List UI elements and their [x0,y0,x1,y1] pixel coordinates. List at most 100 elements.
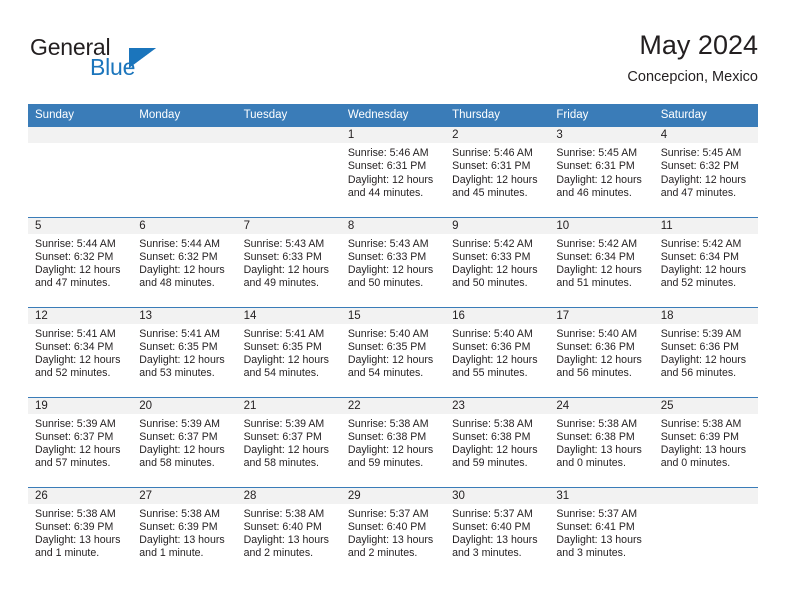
sunrise-text: Sunrise: 5:37 AM [452,507,533,520]
daylight-text: Daylight: 13 hours and 1 minute. [139,534,225,560]
daylight-text: Daylight: 12 hours and 54 minutes. [347,354,434,380]
day-details: Sunrise: 5:40 AM Sunset: 6:35 PM Daylight:… [341,324,445,381]
calendar-day-cell[interactable]: 12 Sunrise: 5:41 AM Sunset: 6:34 PM Dayligh… [28,307,133,398]
calendar-day-cell[interactable]: 24 Sunrise: 5:38 AM Sunset: 6:38 PM Dayligh… [549,397,654,488]
sunset-text: Sunset: 6:32 PM [139,250,218,263]
calendar-day-cell[interactable]: 23 Sunrise: 5:38 AM Sunset: 6:38 PM Dayligh… [445,397,550,488]
sunset-text: Sunset: 6:39 PM [660,430,740,443]
calendar-day-cell[interactable]: 9 Sunrise: 5:42 AM Sunset: 6:33 PM Daylight… [445,217,550,308]
sunset-text: Sunset: 6:36 PM [452,340,531,353]
daylight-text: Daylight: 13 hours and 2 minutes. [347,534,434,560]
day-number: 13 [132,307,237,324]
calendar-day-cell[interactable]: 20 Sunrise: 5:39 AM Sunset: 6:37 PM Dayligh… [132,397,237,488]
daylight-text: Daylight: 12 hours and 52 minutes. [35,354,121,380]
sunset-text: Sunset: 6:39 PM [35,520,114,533]
sunrise-text: Sunrise: 5:38 AM [139,507,220,520]
day-details: Sunrise: 5:45 AM Sunset: 6:32 PM Daylight:… [654,143,758,200]
day-number: 4 [653,127,758,143]
calendar-day-cell[interactable]: 28 Sunrise: 5:38 AM Sunset: 6:40 PM Dayligh… [236,487,341,577]
sunset-text: Sunset: 6:31 PM [452,160,531,173]
daylight-text: Daylight: 12 hours and 51 minutes. [556,264,642,290]
calendar-day-cell[interactable]: 22 Sunrise: 5:38 AM Sunset: 6:38 PM Dayligh… [340,397,446,488]
calendar-day-cell[interactable]: 25 Sunrise: 5:38 AM Sunset: 6:39 PM Dayligh… [653,397,758,488]
calendar-day-cell[interactable]: 19 Sunrise: 5:39 AM Sunset: 6:37 PM Dayligh… [28,397,133,488]
calendar-day-cell[interactable]: 31 Sunrise: 5:37 AM Sunset: 6:41 PM Dayligh… [549,487,654,577]
calendar-day-cell[interactable]: 29 Sunrise: 5:37 AM Sunset: 6:40 PM Dayligh… [340,487,446,577]
daylight-text: Daylight: 12 hours and 45 minutes. [452,173,538,199]
sunset-text: Sunset: 6:31 PM [556,160,635,173]
daylight-text: Daylight: 12 hours and 47 minutes. [660,173,747,199]
daylight-text: Daylight: 12 hours and 54 minutes. [243,354,329,380]
calendar-day-cell[interactable]: 1 Sunrise: 5:46 AM Sunset: 6:31 PM Daylight… [340,127,446,218]
day-number: 24 [549,397,654,414]
day-number: 29 [340,487,446,504]
calendar-day-cell[interactable]: 6 Sunrise: 5:44 AM Sunset: 6:32 PM Daylight… [132,217,237,308]
calendar-week-row: 5 Sunrise: 5:44 AM Sunset: 6:32 PM Daylight… [28,217,758,308]
weekday-header-monday: Monday [132,104,237,127]
calendar-day-cell[interactable]: 15 Sunrise: 5:40 AM Sunset: 6:35 PM Dayligh… [340,307,446,398]
weekday-header-tuesday: Tuesday [236,104,341,127]
sunset-text: Sunset: 6:35 PM [139,340,218,353]
daylight-text: Daylight: 12 hours and 56 minutes. [556,354,642,380]
sunrise-text: Sunrise: 5:44 AM [35,237,116,250]
day-number: 25 [653,397,758,414]
day-details: Sunrise: 5:38 AM Sunset: 6:39 PM Daylight:… [132,504,236,561]
calendar-week-row: 1 Sunrise: 5:46 AM Sunset: 6:31 PM Daylight… [28,127,758,218]
sunrise-text: Sunrise: 5:40 AM [556,327,638,340]
calendar-week-row: 19 Sunrise: 5:39 AM Sunset: 6:37 PM Dayligh… [28,397,758,488]
weekday-header-row: Sunday Monday Tuesday Wednesday Thursday Frid… [28,104,758,127]
sunrise-text: Sunrise: 5:40 AM [347,327,429,340]
calendar-day-cell[interactable]: 2 Sunrise: 5:46 AM Sunset: 6:31 PM Daylight… [445,127,550,218]
calendar-day-cell[interactable]: 8 Sunrise: 5:43 AM Sunset: 6:33 PM Daylight… [340,217,446,308]
calendar-day-cell[interactable]: 18 Sunrise: 5:39 AM Sunset: 6:36 PM Dayligh… [653,307,758,398]
calendar-day-cell[interactable]: 30 Sunrise: 5:37 AM Sunset: 6:40 PM Dayligh… [445,487,550,577]
day-number: 1 [340,127,446,143]
calendar-day-cell[interactable]: 16 Sunrise: 5:40 AM Sunset: 6:36 PM Dayligh… [445,307,550,398]
sunrise-text: Sunrise: 5:42 AM [660,237,742,250]
daylight-text: Daylight: 12 hours and 59 minutes. [347,444,434,470]
day-number [132,127,237,143]
weekday-header-sunday: Sunday [28,104,133,127]
sunset-text: Sunset: 6:37 PM [139,430,218,443]
sunset-text: Sunset: 6:38 PM [556,430,635,443]
sunset-text: Sunset: 6:38 PM [347,430,427,443]
sunset-text: Sunset: 6:34 PM [556,250,635,263]
calendar-day-cell[interactable]: 11 Sunrise: 5:42 AM Sunset: 6:34 PM Dayligh… [653,217,758,308]
sunset-text: Sunset: 6:34 PM [660,250,740,263]
daylight-text: Daylight: 12 hours and 47 minutes. [35,264,121,290]
calendar-day-cell[interactable]: 21 Sunrise: 5:39 AM Sunset: 6:37 PM Dayligh… [236,397,341,488]
calendar-day-cell[interactable]: 7 Sunrise: 5:43 AM Sunset: 6:33 PM Daylight… [236,217,341,308]
daylight-text: Daylight: 13 hours and 3 minutes. [556,534,642,560]
day-number: 6 [132,217,237,234]
sunset-text: Sunset: 6:32 PM [35,250,114,263]
general-blue-logo[interactable]: General Blue [28,34,228,94]
day-details: Sunrise: 5:39 AM Sunset: 6:37 PM Daylight:… [237,414,341,471]
sunrise-text: Sunrise: 5:45 AM [660,147,742,159]
day-details: Sunrise: 5:40 AM Sunset: 6:36 PM Daylight:… [445,324,549,381]
calendar-day-cell[interactable]: 10 Sunrise: 5:42 AM Sunset: 6:34 PM Dayligh… [549,217,654,308]
day-details: Sunrise: 5:38 AM Sunset: 6:39 PM Daylight:… [28,504,132,561]
daylight-text: Daylight: 12 hours and 59 minutes. [452,444,538,470]
calendar-day-cell[interactable]: 14 Sunrise: 5:41 AM Sunset: 6:35 PM Dayligh… [236,307,341,398]
calendar-day-cell[interactable]: 4 Sunrise: 5:45 AM Sunset: 6:32 PM Daylight… [653,127,758,218]
day-details: Sunrise: 5:43 AM Sunset: 6:33 PM Daylight:… [237,234,341,291]
calendar-day-cell[interactable]: 5 Sunrise: 5:44 AM Sunset: 6:32 PM Daylight… [28,217,133,308]
daylight-text: Daylight: 12 hours and 56 minutes. [660,354,747,380]
day-number: 9 [445,217,550,234]
day-number: 16 [445,307,550,324]
calendar-day-cell[interactable]: 26 Sunrise: 5:38 AM Sunset: 6:39 PM Dayligh… [28,487,133,577]
sunrise-text: Sunrise: 5:46 AM [452,147,533,159]
daylight-text: Daylight: 12 hours and 48 minutes. [139,264,225,290]
calendar-day-cell[interactable]: 27 Sunrise: 5:38 AM Sunset: 6:39 PM Dayligh… [132,487,237,577]
daylight-text: Daylight: 12 hours and 44 minutes. [347,173,434,199]
sunset-text: Sunset: 6:32 PM [660,160,740,173]
weekday-header-thursday: Thursday [445,104,550,127]
calendar-day-cell[interactable]: 3 Sunrise: 5:45 AM Sunset: 6:31 PM Daylight… [549,127,654,218]
calendar-day-cell[interactable]: 17 Sunrise: 5:40 AM Sunset: 6:36 PM Dayligh… [549,307,654,398]
daylight-text: Daylight: 12 hours and 50 minutes. [452,264,538,290]
sunset-text: Sunset: 6:40 PM [452,520,531,533]
calendar-day-cell[interactable]: 13 Sunrise: 5:41 AM Sunset: 6:35 PM Dayligh… [132,307,237,398]
day-number: 26 [28,487,133,504]
daylight-text: Daylight: 12 hours and 50 minutes. [347,264,434,290]
day-number: 30 [445,487,550,504]
